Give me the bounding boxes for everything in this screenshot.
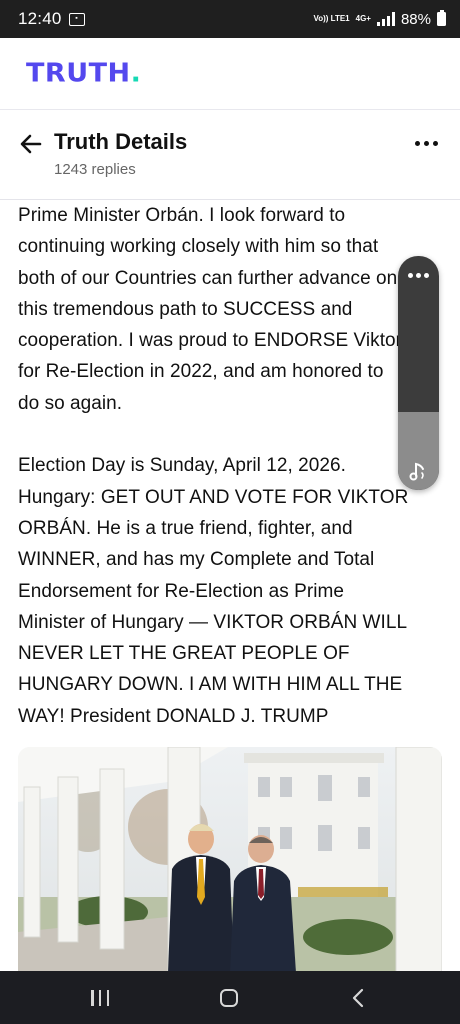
chevron-left-icon[interactable] — [351, 988, 365, 1008]
post-paragraph: Election Day is Sunday, April 12, 2026. … — [18, 455, 409, 727]
truth-logo[interactable]: TRUTH. — [26, 59, 141, 88]
arrow-left-icon[interactable] — [18, 131, 44, 157]
details-header: Truth Details 1243 replies — [0, 111, 460, 200]
floating-media-widget[interactable] — [398, 256, 439, 490]
status-time: 12:40 — [18, 9, 62, 28]
signal-icon — [376, 12, 395, 26]
battery-percent: 88% — [400, 10, 431, 28]
app-header: TRUTH. — [0, 38, 460, 110]
status-indicators: Vo)) LTE1 4G+ 88% — [313, 10, 446, 28]
reply-count: 1243 replies — [54, 161, 136, 178]
system-nav-bar — [0, 971, 460, 1024]
more-horizontal-icon[interactable] — [408, 273, 429, 278]
logo-dot: . — [130, 58, 142, 89]
post-image[interactable] — [18, 747, 442, 973]
network-type-indicator: 4G+ — [355, 14, 371, 23]
post-body: Prime Minister Orbán. I look forward to … — [18, 200, 448, 732]
more-horizontal-icon[interactable] — [415, 141, 438, 146]
post-paragraph: Prime Minister Orbán. I look forward to … — [18, 205, 403, 414]
logo-text: TRUTH — [26, 58, 131, 89]
music-note-icon[interactable] — [407, 460, 429, 482]
volte-indicator: Vo)) LTE1 — [313, 14, 350, 23]
recent-apps-icon[interactable] — [91, 990, 109, 1006]
photo-illustration — [18, 747, 442, 973]
home-icon[interactable] — [220, 989, 238, 1007]
app-notification-icon: ▪ — [68, 12, 85, 26]
status-bar: 12:40 ▪ Vo)) LTE1 4G+ 88% — [0, 0, 460, 38]
battery-icon — [437, 10, 446, 26]
page-title: Truth Details — [54, 129, 188, 154]
